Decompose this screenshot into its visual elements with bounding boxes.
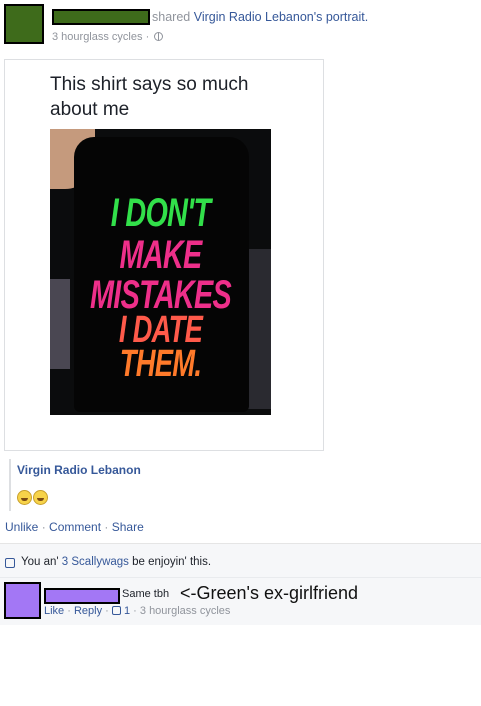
comment-text: Same tbh <box>122 588 170 600</box>
likes-summary: You an' 3 Scallywags be enjoyin' this. <box>21 556 211 568</box>
comment-like-count[interactable]: 1 <box>124 605 130 617</box>
likes-suffix: be enjoyin' this. <box>132 556 212 568</box>
shirt-photo[interactable]: I DON'T MAKE MISTAKES I DATE THEM. <box>50 129 271 415</box>
thumbs-up-icon <box>111 606 121 615</box>
meta-separator: · <box>145 31 150 43</box>
grinning-face-icon <box>17 490 32 506</box>
comment-timestamp[interactable]: 3 hourglass cycles <box>140 605 231 617</box>
comment-link[interactable]: Comment <box>49 520 101 534</box>
grinning-face-icon <box>33 490 48 506</box>
commenter-name-redaction[interactable] <box>44 588 120 604</box>
shirt-text-line: I DON'T <box>110 191 211 235</box>
unlike-link[interactable]: Unlike <box>5 520 38 534</box>
poster-name-redaction[interactable] <box>52 9 150 25</box>
post-meta: 3 hourglass cycles · <box>52 31 164 43</box>
commenter-avatar[interactable] <box>4 582 41 619</box>
comment-separator: · <box>105 605 109 617</box>
background-clothes-left <box>50 279 70 369</box>
attribution-bar <box>9 459 11 511</box>
shared-page-link[interactable]: Virgin Radio Lebanon <box>194 10 314 24</box>
shirt-text-line: THEM. <box>119 343 202 385</box>
likers-link[interactable]: 3 Scallywags <box>62 556 129 568</box>
attribution-page-link[interactable]: Virgin Radio Lebanon <box>17 463 141 477</box>
share-link[interactable]: Share <box>112 520 144 534</box>
action-separator: · <box>104 520 109 534</box>
comment-like-link[interactable]: Like <box>44 605 64 617</box>
portrait-link[interactable]: 's portrait. <box>314 10 369 24</box>
globe-icon[interactable] <box>154 32 164 41</box>
poster-avatar[interactable] <box>4 4 44 44</box>
annotation-text: <-Green's ex-girlfriend <box>180 583 359 603</box>
shirt-text-line: MAKE <box>119 233 203 277</box>
comment-reply-link[interactable]: Reply <box>74 605 102 617</box>
photo-caption: This shirt says so much about me <box>50 74 249 120</box>
post-header-line: shared Virgin Radio Lebanon's portrait. <box>152 10 368 24</box>
post-actions: Unlike · Comment · Share <box>5 520 144 534</box>
thumbs-up-icon <box>5 558 15 568</box>
comment-separator: · <box>67 605 71 617</box>
post-timestamp[interactable]: 3 hourglass cycles <box>52 31 143 43</box>
shared-text: shared <box>152 10 191 24</box>
emoji-row <box>17 489 49 506</box>
action-separator: · <box>41 520 46 534</box>
comment-separator: · <box>133 605 137 617</box>
likes-prefix: You an' <box>21 556 59 568</box>
comment-meta: Like · Reply · 1 · 3 hourglass cycles <box>44 605 230 617</box>
